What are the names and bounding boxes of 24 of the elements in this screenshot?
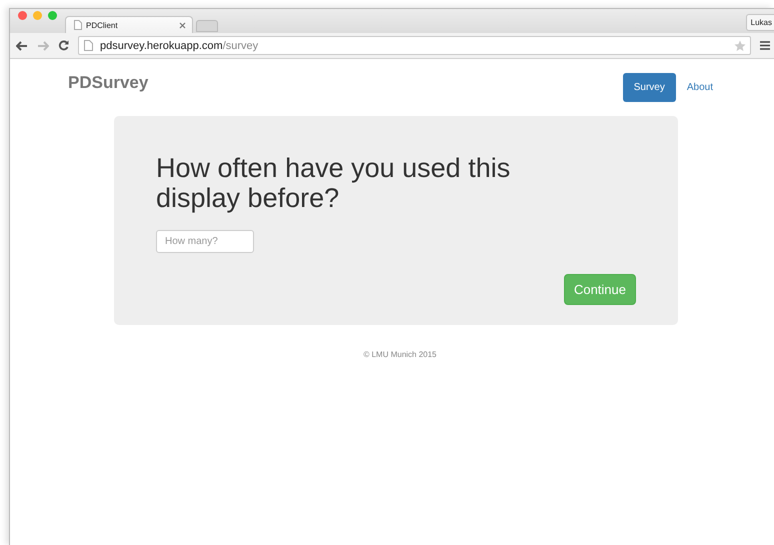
continue-button[interactable]: Continue <box>564 274 636 305</box>
reload-icon[interactable] <box>58 40 69 51</box>
address-bar[interactable]: pdsurvey.herokuapp.com/survey <box>78 36 751 55</box>
answer-field[interactable]: How many? <box>156 230 254 253</box>
zoom-light-icon[interactable] <box>48 11 57 20</box>
close-tab-icon[interactable] <box>179 22 186 28</box>
url-path: /survey <box>222 40 258 52</box>
nav-link[interactable]: About <box>676 72 724 102</box>
new-tab-button[interactable] <box>196 20 218 32</box>
page-icon <box>74 20 82 30</box>
page-icon <box>84 40 93 51</box>
menu-icon[interactable] <box>760 41 770 50</box>
site-brand[interactable]: PDSurvey <box>68 73 148 93</box>
minimize-light-icon[interactable] <box>33 11 42 20</box>
forward-arrow-icon[interactable] <box>37 40 49 50</box>
nav-link[interactable]: Survey <box>622 72 676 102</box>
question-heading: How often have you used this display before? <box>156 153 512 213</box>
close-light-icon[interactable] <box>18 11 27 20</box>
back-arrow-icon[interactable] <box>16 40 28 50</box>
copyright-text: © LMU Munich 2015 <box>362 350 438 359</box>
url-host: pdsurvey.herokuapp.com <box>100 40 223 52</box>
profile-button[interactable]: Lukas <box>746 14 774 31</box>
star-icon[interactable] <box>734 40 746 52</box>
browser-tab[interactable]: PDClient <box>65 16 193 33</box>
